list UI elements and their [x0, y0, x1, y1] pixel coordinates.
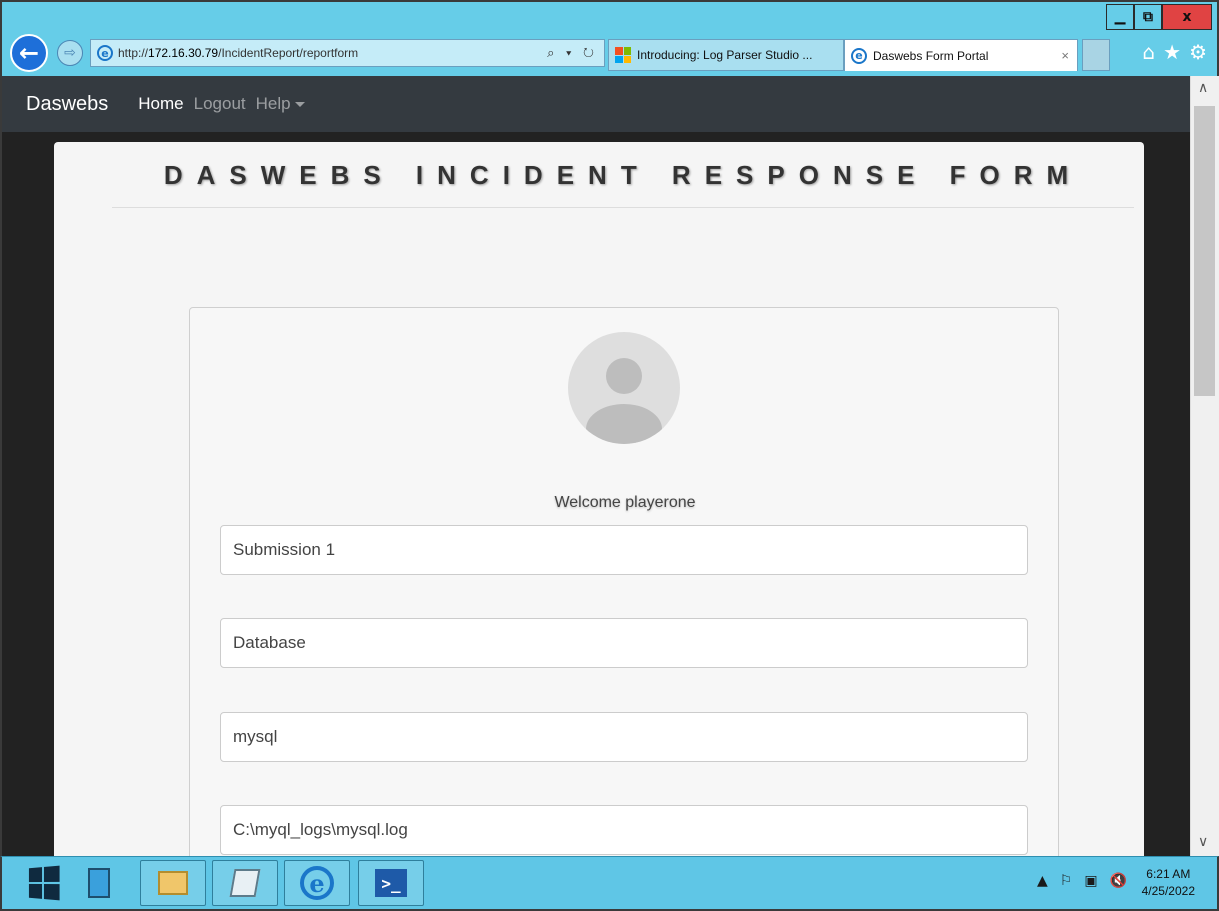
back-button[interactable]: ←: [10, 34, 48, 72]
windows-logo-icon: [28, 865, 60, 901]
microsoft-logo-icon: [615, 47, 631, 63]
nav-help-label: Help: [255, 94, 291, 113]
scroll-up-icon[interactable]: ∧: [1198, 80, 1208, 96]
network-icon[interactable]: ▣: [1084, 873, 1097, 889]
action-center-flag-icon[interactable]: ⚐: [1060, 873, 1073, 889]
powershell-icon: >_: [375, 869, 407, 897]
taskbar-notepad[interactable]: [212, 860, 278, 906]
tab-label: Introducing: Log Parser Studio ...: [637, 48, 813, 62]
tab-log-parser-studio[interactable]: Introducing: Log Parser Studio ...: [608, 39, 844, 71]
scroll-down-icon[interactable]: ∨: [1198, 834, 1208, 850]
page-title: DASWEBS INCIDENT RESPONSE FORM: [112, 152, 1134, 208]
submission-field[interactable]: Submission 1: [220, 525, 1028, 575]
browser-toolbar-icons: ⌂ ★ ⚙: [1142, 40, 1207, 64]
notepad-icon: [229, 869, 261, 897]
server-manager-icon: [88, 868, 110, 898]
avatar: [568, 332, 680, 444]
ie-tab-icon: e: [851, 47, 867, 64]
new-tab-button[interactable]: [1082, 39, 1110, 71]
login-panel: Welcome playerone Submission 1 Database …: [189, 307, 1059, 856]
clock-date: 4/25/2022: [1141, 884, 1195, 898]
address-host: 172.16.30.79: [148, 46, 219, 60]
address-path: /IncidentReport/reportform: [218, 46, 359, 60]
folder-icon: [158, 871, 188, 895]
window-controls: ▁ ⧉ x: [1106, 4, 1212, 30]
taskbar-powershell[interactable]: >_: [358, 860, 424, 906]
close-window-button[interactable]: x: [1162, 4, 1212, 30]
address-prefix: http://: [118, 46, 149, 60]
forward-arrow-icon: ⇨: [64, 45, 76, 61]
search-refresh-icons[interactable]: ⌕ ▾ ↻: [547, 45, 598, 61]
navbar-brand[interactable]: Daswebs: [26, 93, 108, 116]
favorites-star-icon[interactable]: ★: [1163, 40, 1181, 64]
avatar-body-icon: [586, 404, 662, 444]
welcome-message: Welcome playerone: [554, 494, 696, 511]
page-viewport: Daswebs Home Logout Help DASWEBS INCIDEN…: [0, 76, 1219, 856]
taskbar-internet-explorer[interactable]: e: [284, 860, 350, 906]
category-field[interactable]: Database: [220, 618, 1028, 668]
scroll-thumb[interactable]: [1194, 106, 1215, 396]
tab-daswebs-form-portal[interactable]: e Daswebs Form Portal ×: [844, 39, 1078, 71]
nav-help-dropdown[interactable]: Help: [256, 94, 305, 114]
show-hidden-icons-icon[interactable]: ▲: [1037, 873, 1048, 889]
forward-button[interactable]: ⇨: [57, 40, 83, 66]
avatar-head-icon: [606, 358, 642, 394]
log-path-field[interactable]: C:\myql_logs\mysql.log: [220, 805, 1028, 855]
nav-logout[interactable]: Logout: [194, 94, 246, 114]
settings-gear-icon[interactable]: ⚙: [1189, 40, 1207, 64]
minimize-button[interactable]: ▁: [1106, 4, 1134, 30]
taskbar-server-manager[interactable]: [66, 860, 132, 906]
nav-home[interactable]: Home: [138, 94, 183, 114]
clock-time: 6:21 AM: [1146, 867, 1191, 881]
taskbar-file-explorer[interactable]: [140, 860, 206, 906]
system-tray: ▲ ⚐ ▣ 🔇: [1037, 873, 1127, 889]
internet-explorer-icon: e: [300, 866, 334, 900]
tab-label: Daswebs Form Portal: [873, 48, 989, 63]
address-bar[interactable]: e http://172.16.30.79/IncidentReport/rep…: [90, 39, 605, 67]
caret-down-icon: [294, 102, 305, 108]
windows-taskbar: e >_ ▲ ⚐ ▣ 🔇 6:21 AM 4/25/2022: [0, 856, 1219, 911]
vertical-scrollbar[interactable]: ∧ ∨: [1190, 76, 1219, 856]
system-clock[interactable]: 6:21 AM 4/25/2022: [1142, 866, 1195, 900]
close-tab-icon[interactable]: ×: [1061, 48, 1069, 63]
form-card: DASWEBS INCIDENT RESPONSE FORM Welcome p…: [54, 142, 1144, 856]
home-icon[interactable]: ⌂: [1142, 40, 1155, 64]
ie-page-icon: e: [97, 45, 113, 61]
volume-muted-icon[interactable]: 🔇: [1110, 873, 1127, 889]
site-navbar: Daswebs Home Logout Help: [2, 76, 1190, 132]
restore-button[interactable]: ⧉: [1134, 4, 1162, 30]
system-field[interactable]: mysql: [220, 712, 1028, 762]
browser-titlebar: ▁ ⧉ x ← ⇨ e http://172.16.30.79/Incident…: [0, 0, 1219, 76]
back-arrow-icon: ←: [18, 39, 40, 67]
